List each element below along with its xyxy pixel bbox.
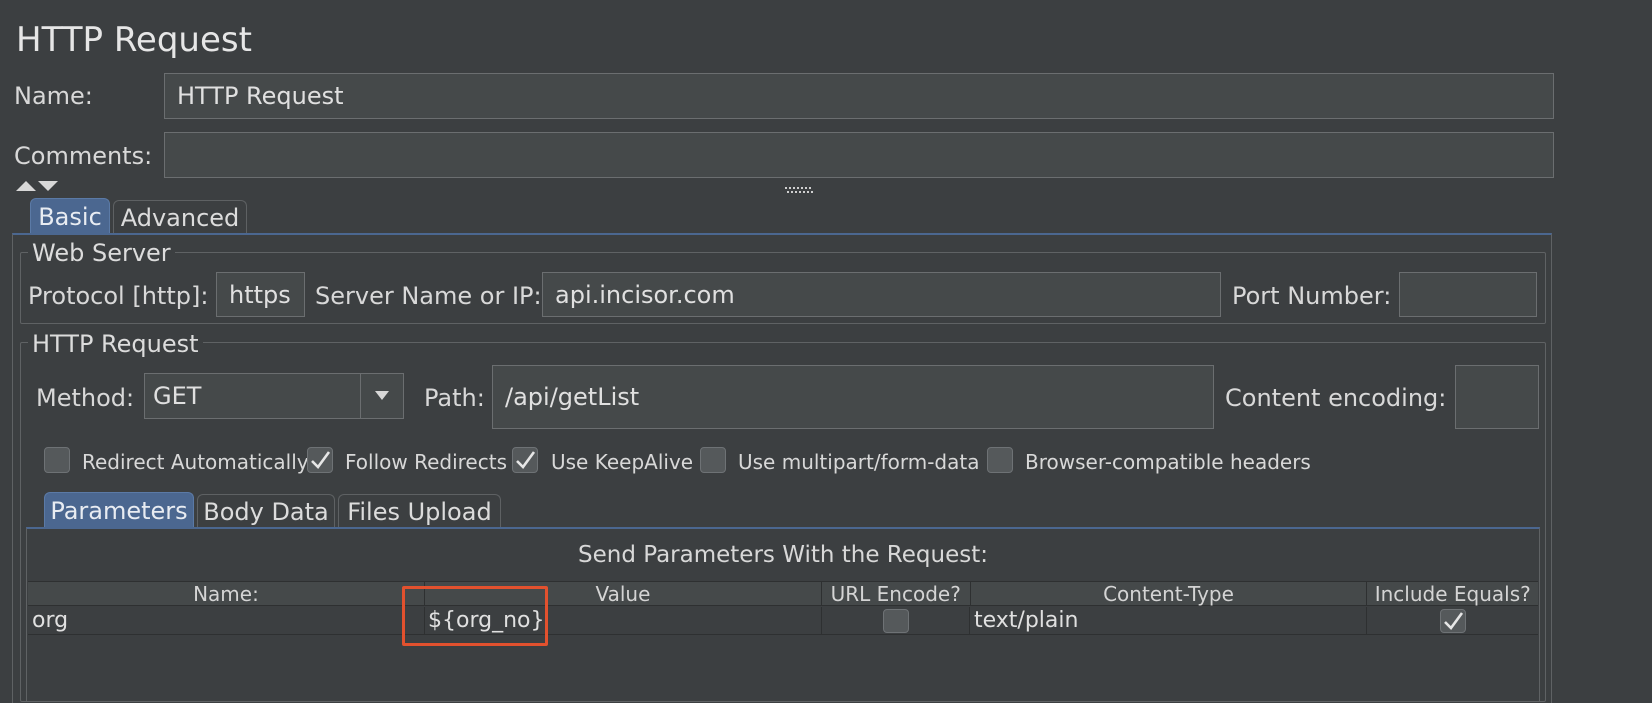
method-dropdown-button[interactable] (360, 374, 403, 418)
params-table-header: Name: Value URL Encode? Content-Type Inc… (28, 581, 1539, 606)
col-header-include-equals[interactable]: Include Equals? (1367, 582, 1539, 606)
port-label: Port Number: (1232, 282, 1392, 310)
server-label: Server Name or IP: (315, 282, 542, 310)
port-field[interactable] (1399, 272, 1537, 317)
protocol-field[interactable]: https (216, 272, 305, 317)
use-keepalive-label: Use KeepAlive (551, 450, 694, 474)
tab-advanced-label: Advanced (120, 203, 240, 232)
follow-redirects-checkbox[interactable] (307, 447, 333, 473)
tab-parameters[interactable]: Parameters (44, 492, 194, 528)
follow-redirects-label: Follow Redirects (345, 450, 507, 474)
col-header-name[interactable]: Name: (28, 582, 425, 606)
method-select[interactable]: GET (144, 373, 404, 419)
redirect-automatically-checkbox[interactable] (44, 447, 70, 473)
collapse-arrows-icon (16, 181, 58, 191)
browser-compatible-headers-label: Browser-compatible headers (1025, 450, 1311, 474)
url-encode-checkbox[interactable] (882, 608, 909, 633)
comments-label: Comments: (14, 142, 153, 170)
path-label: Path: (424, 384, 485, 412)
tab-advanced[interactable]: Advanced (113, 200, 247, 234)
chevron-down-icon (375, 391, 389, 400)
tab-body-data[interactable]: Body Data (197, 494, 335, 528)
tab-parameters-label: Parameters (50, 496, 188, 525)
path-value: /api/getList (505, 383, 640, 411)
param-include-equals-cell[interactable] (1367, 607, 1538, 634)
redirect-automatically-label: Redirect Automatically (82, 450, 309, 474)
tab-basic-label: Basic (38, 202, 102, 231)
protocol-label: Protocol [http]: (28, 282, 209, 310)
name-value: HTTP Request (177, 82, 344, 110)
table-row[interactable]: org ${org_no} text/plain (28, 607, 1538, 635)
page-title: HTTP Request (16, 20, 252, 60)
server-field[interactable]: api.incisor.com (542, 272, 1221, 317)
use-multipart-checkbox[interactable] (700, 447, 726, 473)
col-header-content-type[interactable]: Content-Type (970, 582, 1368, 606)
collapse-toggle[interactable] (16, 178, 64, 192)
encoding-field[interactable] (1455, 365, 1539, 429)
checkmark-icon (1443, 611, 1463, 630)
value-highlight-box (402, 586, 548, 646)
tab-files-upload[interactable]: Files Upload (338, 494, 501, 528)
use-multipart-label: Use multipart/form-data (738, 450, 980, 474)
checkmark-icon (311, 451, 331, 469)
protocol-value: https (229, 280, 291, 309)
params-title: Send Parameters With the Request: (578, 542, 988, 568)
col-header-url-encode[interactable]: URL Encode? (821, 582, 971, 606)
path-field[interactable]: /api/getList (492, 365, 1214, 429)
encoding-label: Content encoding: (1225, 384, 1447, 412)
web-server-legend: Web Server (28, 239, 175, 267)
param-name-cell[interactable]: org (28, 607, 425, 634)
tab-basic[interactable]: Basic (30, 198, 110, 234)
name-field[interactable]: HTTP Request (164, 73, 1554, 119)
browser-compatible-headers-checkbox[interactable] (987, 447, 1013, 473)
tab-body-data-label: Body Data (203, 497, 329, 526)
http-request-legend: HTTP Request (28, 330, 203, 358)
use-keepalive-checkbox[interactable] (512, 447, 538, 473)
tab-files-upload-label: Files Upload (347, 497, 492, 526)
include-equals-checkbox[interactable] (1439, 608, 1466, 633)
name-label: Name: (14, 82, 93, 110)
checkmark-icon (516, 451, 536, 469)
splitter-grip-icon[interactable] (785, 180, 815, 193)
param-url-encode-cell[interactable] (822, 607, 970, 634)
method-value: GET (153, 382, 202, 410)
comments-field[interactable] (164, 132, 1554, 178)
method-label: Method: (36, 384, 135, 412)
param-content-type-cell[interactable]: text/plain (970, 607, 1367, 634)
server-value: api.incisor.com (555, 280, 735, 309)
